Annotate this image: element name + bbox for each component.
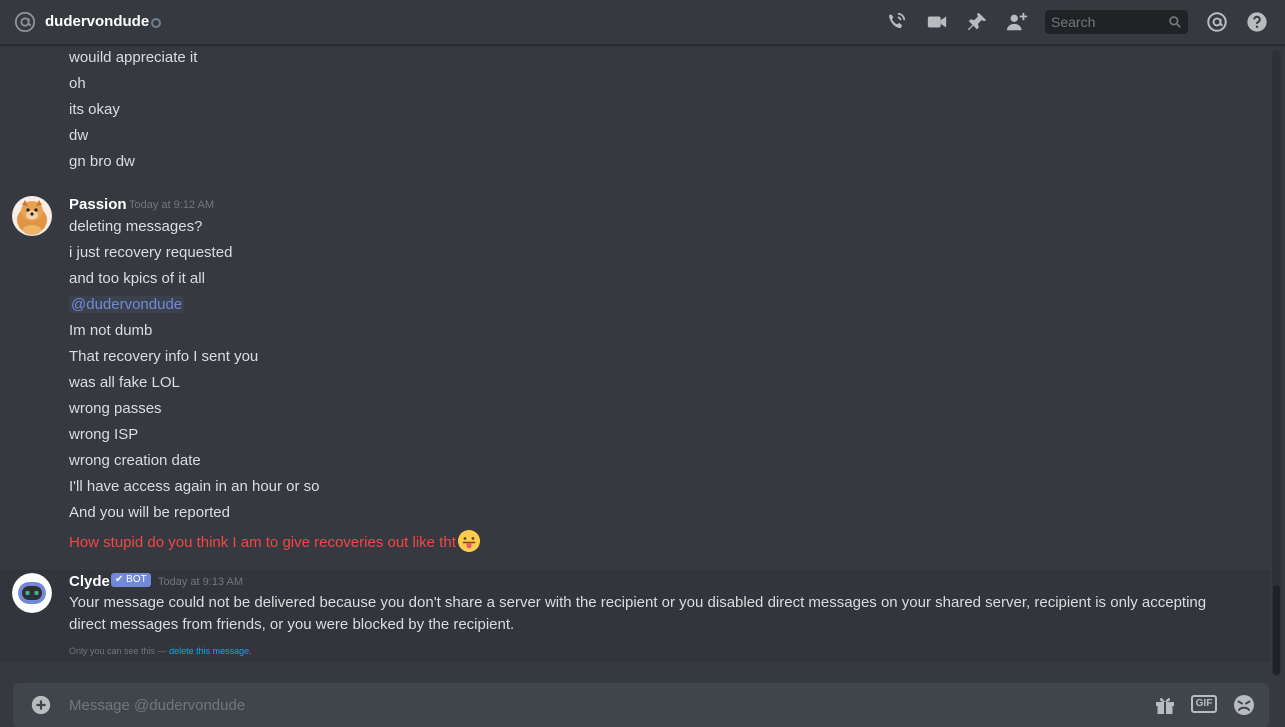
ephemeral-label: Only you can see this — <box>69 646 167 656</box>
user-mention[interactable]: @dudervondude <box>69 296 185 313</box>
message-line: its okay <box>69 101 120 118</box>
help-icon[interactable] <box>1246 11 1268 33</box>
message-line: was all fake LOL <box>69 374 180 391</box>
message-line: deleting messages? <box>69 218 203 235</box>
scrollbar-track[interactable] <box>1272 50 1281 676</box>
search-input[interactable] <box>1045 10 1163 34</box>
timestamp: Today at 9:12 AM <box>129 199 214 211</box>
upload-plus-icon[interactable] <box>30 694 52 716</box>
at-sign-icon <box>14 11 36 33</box>
message-composer: GIF <box>13 683 1269 727</box>
message-line: wrong creation date <box>69 452 201 469</box>
verified-check-icon: ✔ <box>115 574 124 585</box>
bot-badge-label: BOT <box>126 574 147 585</box>
username[interactable]: Clyde <box>69 573 110 590</box>
message-line: and too kpics of it all <box>69 270 205 287</box>
timestamp: Today at 9:13 AM <box>158 576 243 588</box>
clyde-bot-icon <box>12 573 52 613</box>
message-line: wrong passes <box>69 400 162 417</box>
channel-title: dudervondude <box>45 13 150 30</box>
scrollbar-thumb[interactable] <box>1273 585 1280 675</box>
voice-call-icon[interactable] <box>885 11 907 33</box>
message-line: wouild appreciate it <box>69 49 198 66</box>
message-line: oh <box>69 75 86 92</box>
gift-icon[interactable] <box>1153 693 1177 717</box>
tongue-emoji-icon[interactable] <box>457 529 481 553</box>
message-line: wrong ISP <box>69 426 139 443</box>
message-line: And you will be reported <box>69 504 230 521</box>
message-line: i just recovery requested <box>69 244 233 261</box>
message-line: That recovery info I sent you <box>69 348 259 365</box>
gif-label: GIF <box>1195 698 1213 709</box>
message-line: I'll have access again in an hour or so <box>69 478 320 495</box>
mentions-icon[interactable] <box>1206 11 1228 33</box>
message-line: @dudervondude <box>69 295 185 315</box>
channel-header: dudervondude <box>0 0 1285 45</box>
avatar[interactable] <box>12 196 52 236</box>
avatar[interactable] <box>12 573 52 613</box>
add-friend-icon[interactable] <box>1006 11 1028 33</box>
message-line: Im not dumb <box>69 322 153 339</box>
username[interactable]: Passion <box>69 196 127 213</box>
pinned-messages-icon[interactable] <box>966 11 988 33</box>
gif-picker-button[interactable]: GIF <box>1191 695 1217 713</box>
search-icon <box>1169 16 1181 28</box>
ephemeral-note: Only you can see this — delete this mess… <box>69 646 252 656</box>
bot-badge: ✔ BOT <box>111 573 151 587</box>
search-box[interactable] <box>1045 10 1188 34</box>
emoji-picker-icon[interactable] <box>1232 693 1256 717</box>
message-line: gn bro dw <box>69 153 135 170</box>
video-call-icon[interactable] <box>926 11 948 33</box>
pomeranian-avatar-icon <box>12 196 52 236</box>
delete-message-link[interactable]: delete this message. <box>169 646 252 656</box>
message-line: How stupid do you think I am to give rec… <box>69 529 481 553</box>
offline-status-icon <box>151 18 161 28</box>
system-message-text: Your message could not be delivered beca… <box>69 594 1207 633</box>
message-line: dw <box>69 127 89 144</box>
message-text: How stupid do you think I am to give rec… <box>69 534 456 551</box>
message-input[interactable] <box>63 693 1139 717</box>
